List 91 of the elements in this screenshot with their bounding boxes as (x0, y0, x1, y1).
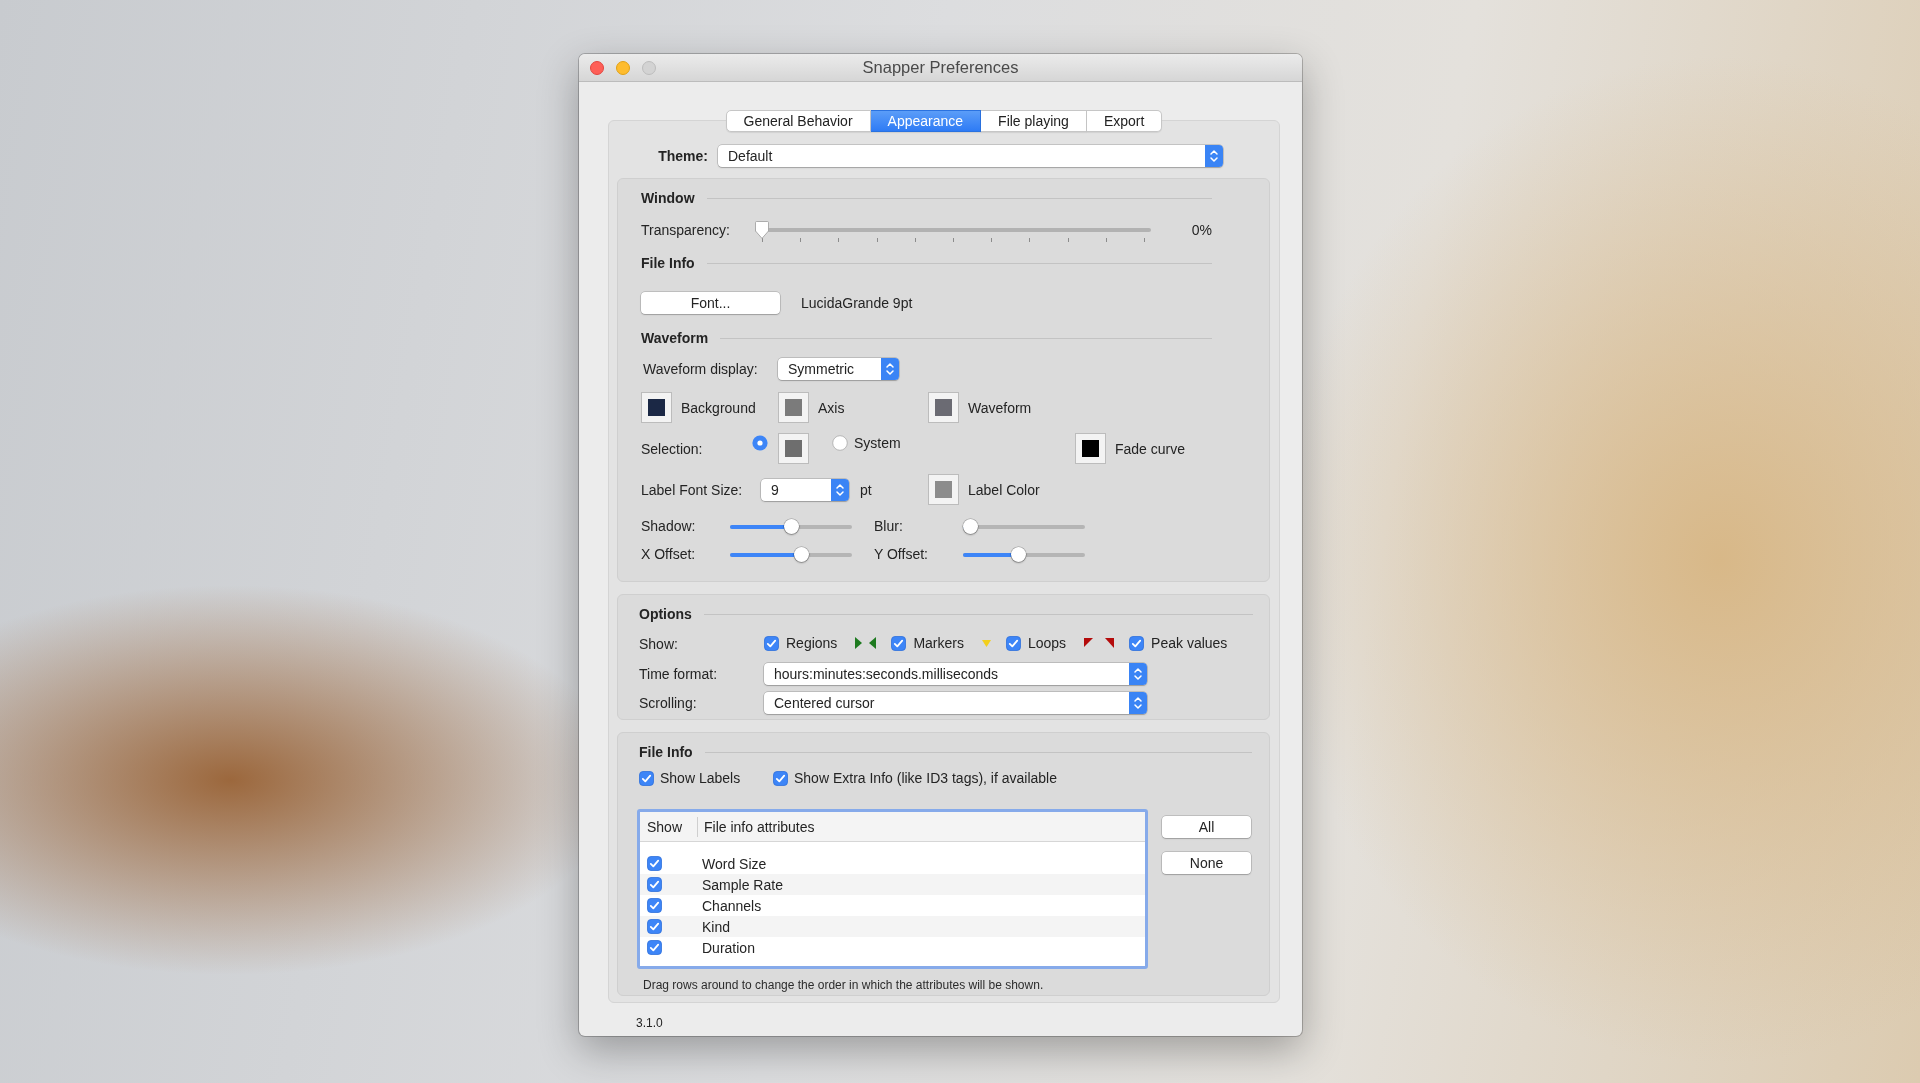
table-cell[interactable]: Kind (702, 918, 731, 935)
checkbox-label: Show Labels (660, 770, 741, 786)
checkbox[interactable] (647, 940, 662, 955)
tab[interactable]: Export (1086, 110, 1163, 132)
color-label: Background (681, 399, 756, 416)
slider[interactable] (730, 546, 852, 562)
column-header: Show (647, 818, 683, 835)
field-label: Label Font Size: (641, 481, 743, 498)
stepper-icon (1205, 145, 1223, 167)
checkbox[interactable] (891, 635, 907, 651)
stepper-icon (1129, 692, 1147, 714)
scrolling-dropdown[interactable]: Centered cursor (764, 692, 1147, 714)
radio-button[interactable] (832, 435, 848, 451)
checkbox[interactable] (1129, 635, 1145, 651)
stepper-icon (831, 478, 849, 501)
color-well[interactable] (778, 392, 809, 423)
slider[interactable] (963, 518, 1085, 534)
checkbox[interactable] (639, 770, 654, 786)
checkbox[interactable] (647, 919, 662, 934)
table-cell[interactable]: Channels (702, 897, 762, 914)
checkbox-label: Loops (1027, 635, 1067, 651)
table-cell[interactable]: Sample Rate (702, 876, 783, 893)
slider-thumb[interactable] (794, 546, 810, 562)
font-size-field[interactable]: 9 (761, 478, 849, 501)
field-label: X Offset: (641, 546, 696, 562)
field-label: Y Offset: (874, 546, 928, 562)
hint-text: Drag rows around to change the order in which the attributes will be shown. (642, 978, 1045, 992)
slider[interactable] (730, 518, 852, 534)
checkbox[interactable] (647, 856, 662, 871)
column-header: File info attributes (704, 818, 815, 835)
transparency-slider[interactable] (755, 221, 1151, 243)
stepper-icon (1129, 663, 1147, 685)
close-button[interactable] (590, 60, 604, 75)
slider-thumb[interactable] (1011, 546, 1027, 562)
field-label: Time format: (639, 666, 718, 682)
unit-label: pt (860, 481, 872, 498)
none-button[interactable]: None (1162, 852, 1251, 874)
checkbox[interactable] (1005, 635, 1021, 651)
field-label: Selection: (641, 440, 703, 457)
section-title: File Info (639, 744, 693, 760)
checkbox-label: Markers (913, 635, 964, 651)
radio-button[interactable] (752, 435, 768, 451)
section-title: Window (641, 190, 695, 206)
tab[interactable]: File playing (981, 110, 1087, 132)
section-title: Options (639, 606, 692, 622)
field-label: Shadow: (641, 518, 696, 534)
theme-dropdown[interactable]: Default (718, 145, 1223, 167)
corner-flags-icon (1084, 637, 1115, 649)
waveform-display-dropdown[interactable]: Symmetric (778, 358, 899, 380)
value-label: 0% (1191, 221, 1212, 239)
slider-thumb[interactable] (755, 221, 769, 239)
color-well[interactable] (778, 433, 809, 464)
down-triangle-icon (981, 639, 991, 647)
color-label: Fade curve (1115, 440, 1186, 457)
field-label: Scrolling: (639, 695, 697, 711)
checkbox[interactable] (647, 898, 662, 913)
color-well[interactable] (1075, 433, 1106, 464)
checkbox[interactable] (647, 877, 662, 892)
section-title: File Info (641, 255, 695, 271)
field-label: Theme: (658, 148, 708, 164)
color-label: Waveform (968, 399, 1032, 416)
checkbox[interactable] (764, 635, 779, 651)
color-well[interactable] (928, 474, 959, 505)
slider[interactable] (963, 546, 1085, 562)
stepper-icon (881, 358, 899, 380)
field-label: Transparency: (641, 221, 730, 239)
color-well[interactable] (641, 392, 672, 423)
inward-triangles-icon (855, 637, 877, 649)
checkbox-label: Regions (786, 635, 838, 651)
field-label: Blur: (874, 518, 903, 534)
radio-label: System (854, 434, 901, 453)
font-name-label: LucidaGrande 9pt (801, 295, 913, 311)
slider-thumb[interactable] (963, 518, 978, 534)
field-label: Show: (639, 636, 678, 652)
color-label: Axis (818, 399, 845, 416)
slider-thumb[interactable] (783, 518, 799, 534)
checkbox[interactable] (773, 770, 788, 786)
table-cell[interactable]: Word Size (702, 855, 767, 872)
color-label: Label Color (968, 481, 1040, 498)
time-format-dropdown[interactable]: hours:minutes:seconds.milliseconds (764, 663, 1147, 685)
version-label: 3.1.0 (636, 1016, 663, 1030)
color-well[interactable] (928, 392, 959, 423)
field-label: Waveform display: (643, 361, 758, 377)
section-title: Waveform (641, 330, 709, 346)
all-button[interactable]: All (1162, 816, 1251, 838)
font-button[interactable]: Font... (641, 292, 780, 314)
checkbox-label: Peak values (1151, 635, 1228, 651)
checkbox-label: Show Extra Info (like ID3 tags), if available (794, 770, 1057, 786)
window-title: Snapper Preferences (862, 58, 1019, 77)
tab[interactable]: General Behavior (725, 110, 871, 132)
table-cell[interactable]: Duration (702, 939, 755, 956)
